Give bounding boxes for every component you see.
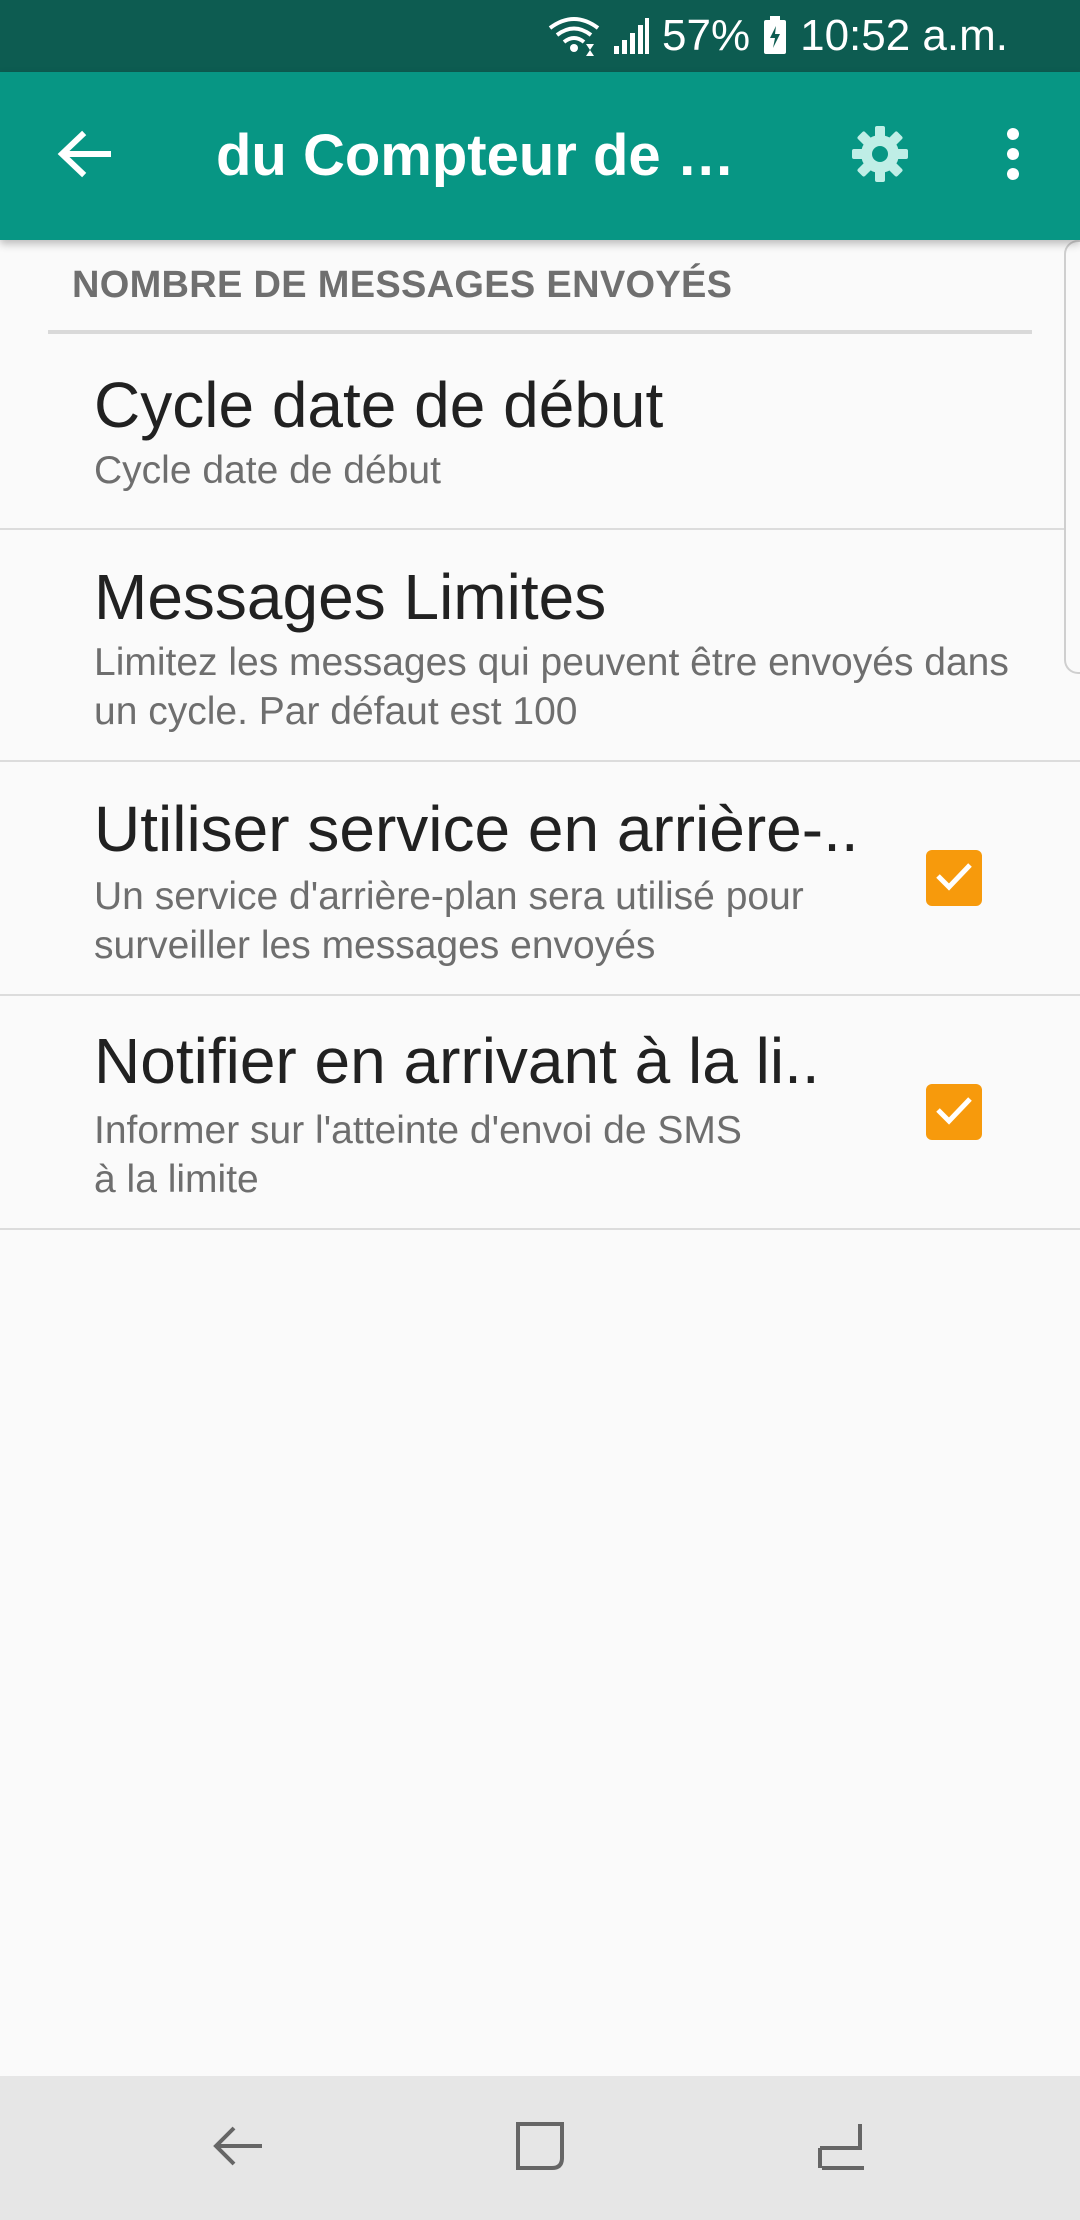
more-vert-icon xyxy=(1005,127,1021,185)
pref-background-service[interactable]: Utiliser service en arrière-.. Un servic… xyxy=(0,762,1080,996)
nav-recents-button[interactable] xyxy=(806,2112,878,2184)
pref-cycle-start-date[interactable]: Cycle date de début Cycle date de début xyxy=(0,334,1080,530)
pref-summary: Informer sur l'atteinte d'envoi de SMS à… xyxy=(94,1109,742,1201)
scroll-indicator xyxy=(1064,240,1080,674)
pref-message-limit[interactable]: Messages Limites Limitez les messages qu… xyxy=(0,530,1080,762)
arrow-left-icon xyxy=(56,130,112,183)
home-icon xyxy=(512,2118,568,2179)
nav-home-button[interactable] xyxy=(504,2112,576,2184)
nav-back-button[interactable] xyxy=(202,2112,274,2184)
pref-title: Cycle date de début xyxy=(94,369,664,441)
pref-summary: Limitez les messages qui peuvent être en… xyxy=(94,641,1009,733)
battery-icon xyxy=(762,16,788,56)
page-title: du Compteur de M... xyxy=(216,123,766,188)
gear-icon xyxy=(850,124,910,189)
status-icons: 57% 10:52 a.m. xyxy=(548,0,1008,72)
checkmark-icon xyxy=(934,1094,974,1131)
background-service-checkbox[interactable] xyxy=(926,850,982,906)
navigation-bar xyxy=(0,2076,1080,2220)
section-header: NOMBRE DE MESSAGES ENVOYÉS xyxy=(72,264,733,306)
status-bar: 57% 10:52 a.m. xyxy=(0,0,1080,72)
settings-button[interactable] xyxy=(842,118,918,194)
checkmark-icon xyxy=(934,860,974,897)
back-icon xyxy=(210,2120,266,2177)
wifi-icon xyxy=(548,16,600,56)
notify-limit-checkbox[interactable] xyxy=(926,1084,982,1140)
pref-notify-limit[interactable]: Notifier en arrivant à la li.. Informer … xyxy=(0,996,1080,1230)
pref-summary: Cycle date de début xyxy=(94,449,441,492)
clock: 10:52 a.m. xyxy=(800,11,1008,60)
pref-summary: Un service d'arrière-plan sera utilisé p… xyxy=(94,875,804,967)
signal-icon xyxy=(612,16,650,56)
app-bar: du Compteur de M... xyxy=(0,72,1080,240)
pref-title: Notifier en arrivant à la li.. xyxy=(94,1025,820,1097)
more-options-button[interactable] xyxy=(980,120,1046,192)
battery-percent: 57% xyxy=(662,11,751,60)
back-button[interactable] xyxy=(48,120,120,192)
pref-title: Utiliser service en arrière-.. xyxy=(94,793,859,865)
pref-title: Messages Limites xyxy=(94,561,607,633)
recents-icon xyxy=(814,2118,870,2179)
